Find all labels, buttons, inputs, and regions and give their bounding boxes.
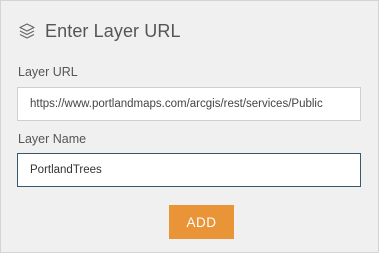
add-button[interactable]: ADD xyxy=(169,205,234,239)
layers-icon xyxy=(18,22,36,40)
panel-title: Enter Layer URL xyxy=(45,20,181,41)
add-layer-panel: Enter Layer URL Layer URL Layer Name ADD xyxy=(0,0,379,253)
layer-url-input[interactable] xyxy=(17,87,361,121)
layer-name-input[interactable] xyxy=(17,153,361,187)
layer-name-label: Layer Name xyxy=(18,132,87,146)
panel-header: Enter Layer URL xyxy=(18,19,181,43)
layer-url-label: Layer URL xyxy=(18,65,78,79)
